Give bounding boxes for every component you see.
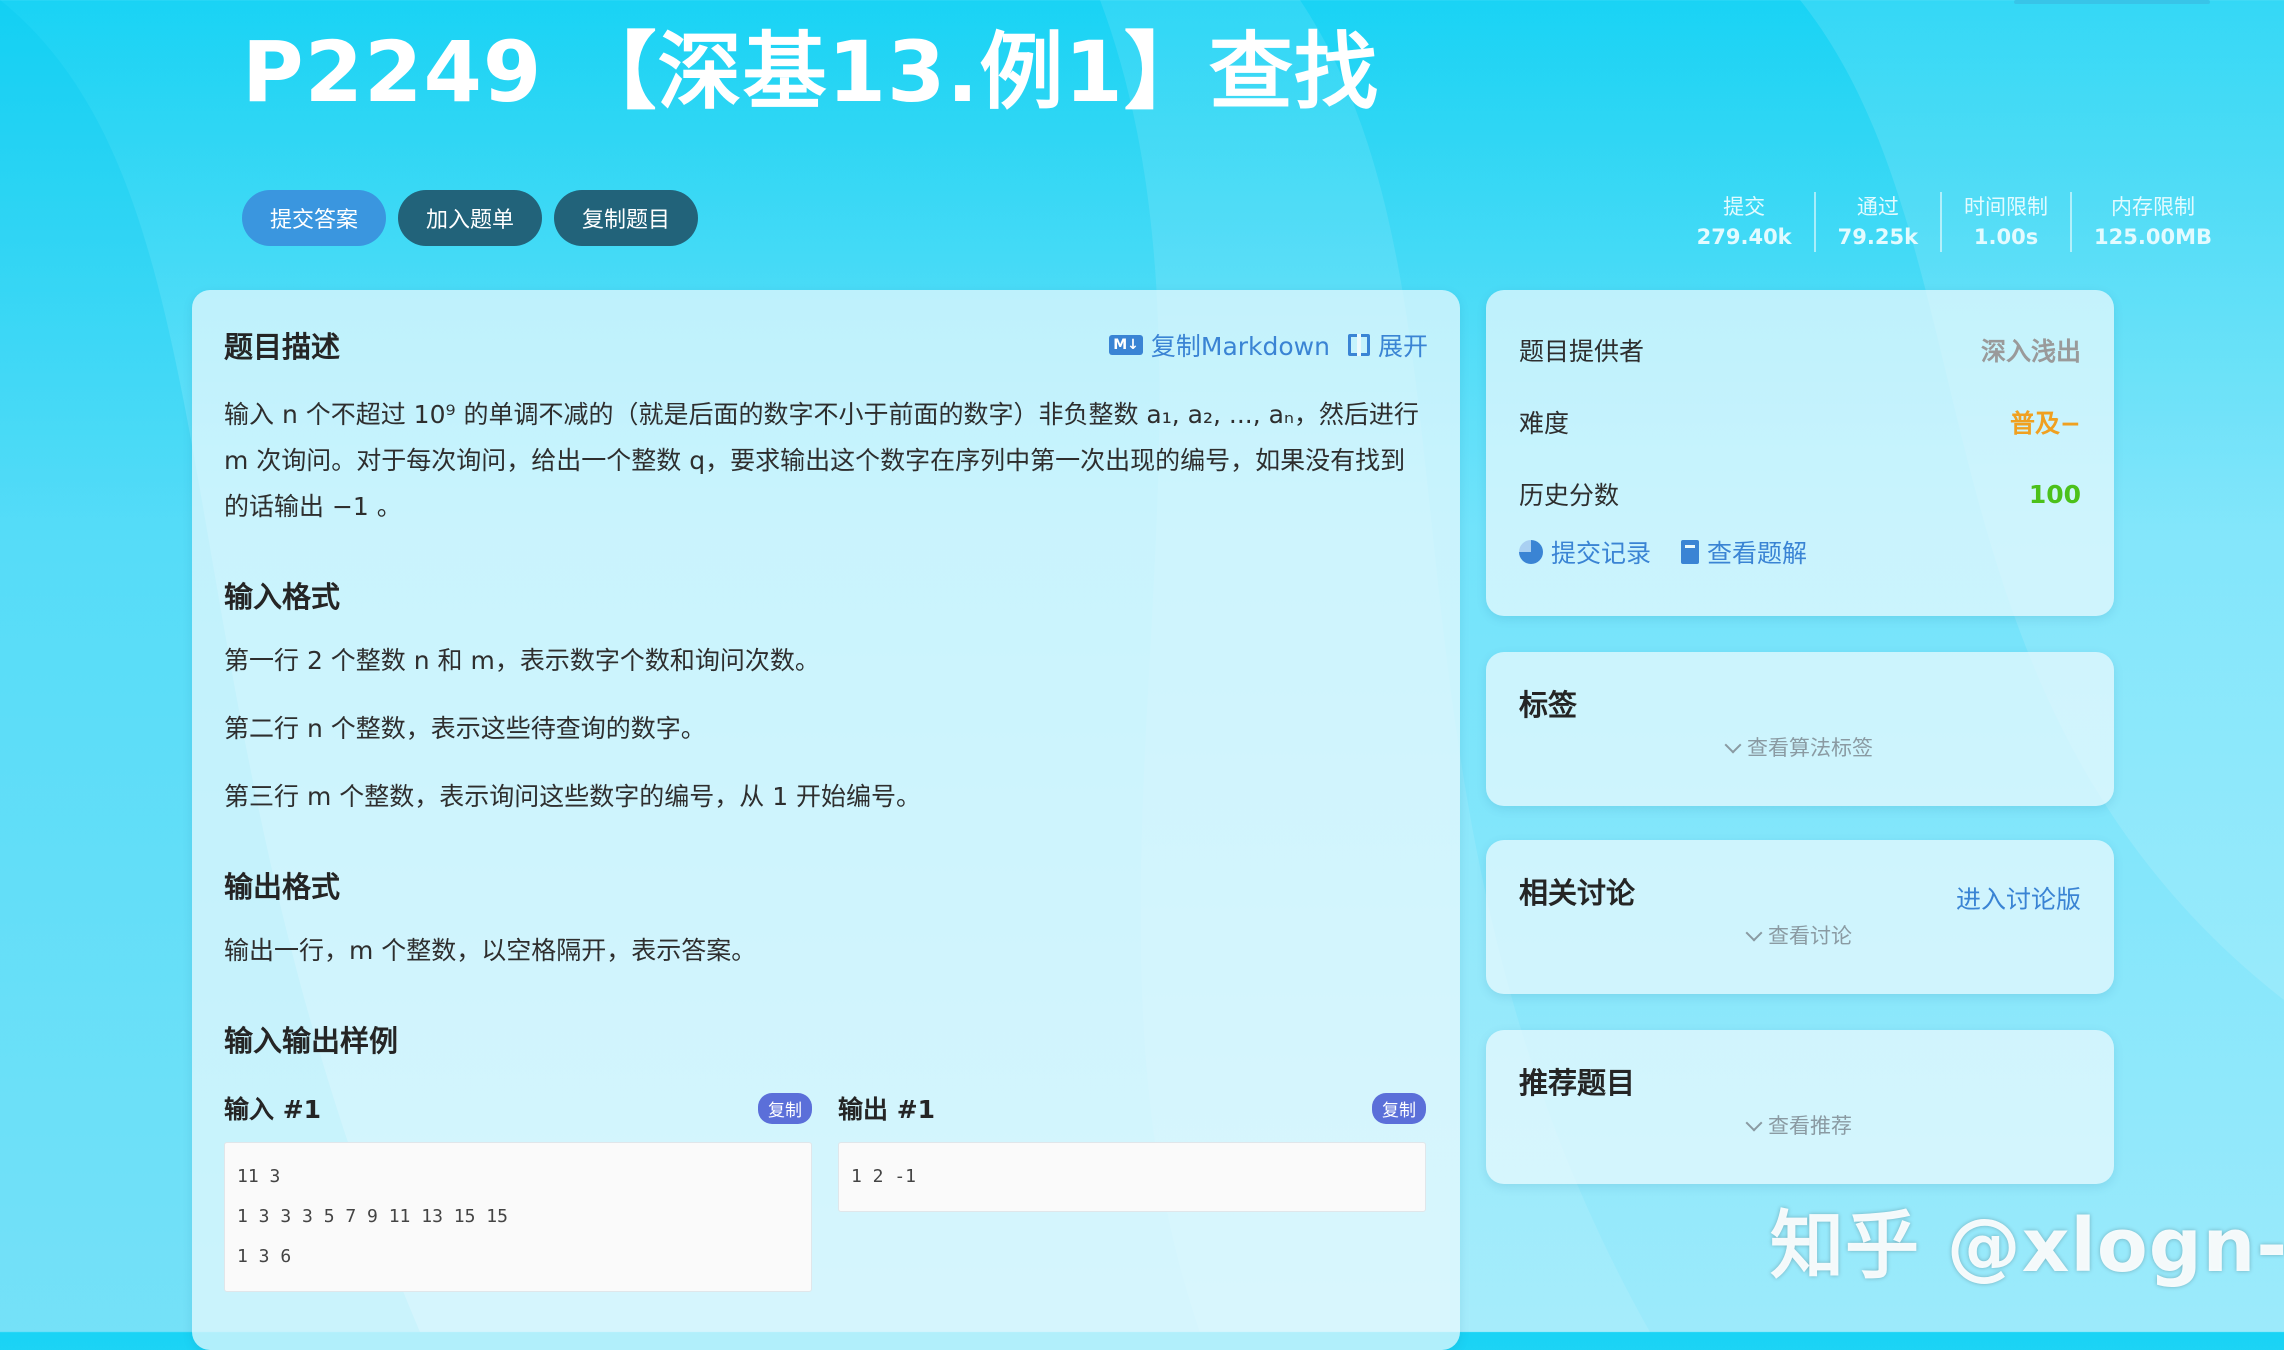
show-recommend-label: 查看推荐 [1768,1114,1852,1138]
stat-value: 125.00MB [2094,225,2212,249]
show-recommend-toggle[interactable]: 查看推荐 [1519,1110,2081,1140]
expand-link[interactable]: 展开 [1347,327,1428,363]
output-format-text: 输出一行，m 个整数，以空格隔开，表示答案。 [224,936,757,965]
submissions-label: 提交记录 [1551,539,1652,568]
stat-value: 79.25k [1837,225,1919,249]
pie-chart-icon [1519,540,1543,564]
sample-input-title: 输入 #1 [224,1095,322,1124]
solutions-label: 查看题解 [1707,539,1808,568]
score-value: 100 [2028,479,2081,509]
show-tags-label: 查看算法标签 [1747,736,1873,760]
input-format-line-1: 第一行 2 个整数 n 和 m，表示数字个数和询问次数。 [224,646,820,675]
solutions-link[interactable]: 查看题解 [1681,534,1807,570]
stat-memory-limit: 内存限制 125.00MB [2070,192,2234,252]
stat-label: 通过 [1856,195,1899,219]
description-heading: 题目描述 [224,330,341,364]
show-discussion-toggle[interactable]: 查看讨论 [1519,920,2081,950]
provider-label: 题目提供者 [1519,337,1645,366]
stat-label: 时间限制 [1964,195,2049,219]
description-text: 输入 n 个不超过 10⁹ 的单调不减的（就是后面的数字不小于前面的数字）非负整… [224,400,1419,521]
stat-label: 提交 [1723,195,1766,219]
sample-output-box: 1 2 -1 [838,1142,1426,1212]
enter-forum-link[interactable]: 进入讨论版 [1956,880,2081,916]
sample-input: 输入 #1 复制 11 3 1 3 3 3 5 7 9 11 13 15 15 … [224,1090,812,1292]
sample-input-box: 11 3 1 3 3 3 5 7 9 11 13 15 15 1 3 6 [224,1142,812,1292]
expand-icon [1347,334,1370,356]
chevron-down-icon [1745,1114,1763,1132]
show-discussion-label: 查看讨论 [1768,924,1852,948]
provider-row: 题目提供者 深入浅出 [1519,314,2081,386]
submissions-link[interactable]: 提交记录 [1519,534,1651,570]
input-format-line-3: 第三行 m 个整数，表示询问这些数字的编号，从 1 开始编号。 [224,782,922,811]
score-label: 历史分数 [1519,481,1620,510]
provider-value[interactable]: 深入浅出 [1981,332,2081,368]
score-row: 历史分数 100 [1519,458,2081,530]
watermark: 知乎 @xlogn-x [1770,1203,2284,1289]
discussion-card: 相关讨论 进入讨论版 查看讨论 [1486,840,2114,994]
show-tags-toggle[interactable]: 查看算法标签 [1519,732,2081,762]
input-format-line-2: 第二行 n 个整数，表示这些待查询的数字。 [224,714,706,743]
problem-stats: 提交 279.40k 通过 79.25k 时间限制 1.00s 内存限制 125… [1675,192,2234,252]
stat-label: 内存限制 [2111,195,2196,219]
copy-output-button[interactable]: 复制 [1372,1092,1426,1124]
tags-card: 标签 查看算法标签 [1486,652,2114,806]
action-bar: 提交答案 加入题单 复制题目 [242,190,699,246]
tags-title: 标签 [1519,688,1578,722]
samples-heading: 输入输出样例 [224,1024,399,1058]
sample-output-title: 输出 #1 [838,1095,936,1124]
recommend-title: 推荐题目 [1519,1066,1636,1100]
difficulty-row: 难度 普及− [1519,386,2081,458]
stat-value: 1.00s [1973,225,2039,249]
sample-output: 输出 #1 复制 1 2 -1 [838,1090,1426,1292]
submit-answer-button[interactable]: 提交答案 [242,190,387,246]
chevron-down-icon [1745,924,1763,942]
book-icon [1681,540,1700,564]
output-format-heading: 输出格式 [224,870,341,904]
copy-markdown-label: 复制Markdown [1150,332,1330,361]
markdown-icon: M↓ [1109,335,1143,355]
problem-panel: 题目描述 M↓ 复制Markdown 展开 输入 n 个不超过 10⁹ 的单调不… [192,290,1460,1350]
stat-time-limit: 时间限制 1.00s [1940,192,2070,252]
top-strip [2014,0,2210,4]
problem-info-card: 题目提供者 深入浅出 难度 普及− 历史分数 100 提交记录 查看题解 [1486,290,2114,616]
chevron-down-icon [1724,736,1742,754]
page-title: P2249 【深基13.例1】查找 [242,23,1379,121]
expand-label: 展开 [1377,332,1428,361]
stat-accepted: 通过 79.25k [1813,192,1940,252]
difficulty-label: 难度 [1519,409,1570,438]
copy-markdown-link[interactable]: M↓ 复制Markdown [1109,327,1330,363]
copy-input-button[interactable]: 复制 [758,1092,812,1124]
input-format-heading: 输入格式 [224,580,341,614]
stat-value: 279.40k [1696,225,1792,249]
copy-problem-button[interactable]: 复制题目 [554,190,699,246]
add-to-list-button[interactable]: 加入题单 [398,190,543,246]
difficulty-value: 普及− [2010,409,2081,438]
stat-submissions: 提交 279.40k [1675,192,1814,252]
recommend-card: 推荐题目 查看推荐 [1486,1030,2114,1184]
